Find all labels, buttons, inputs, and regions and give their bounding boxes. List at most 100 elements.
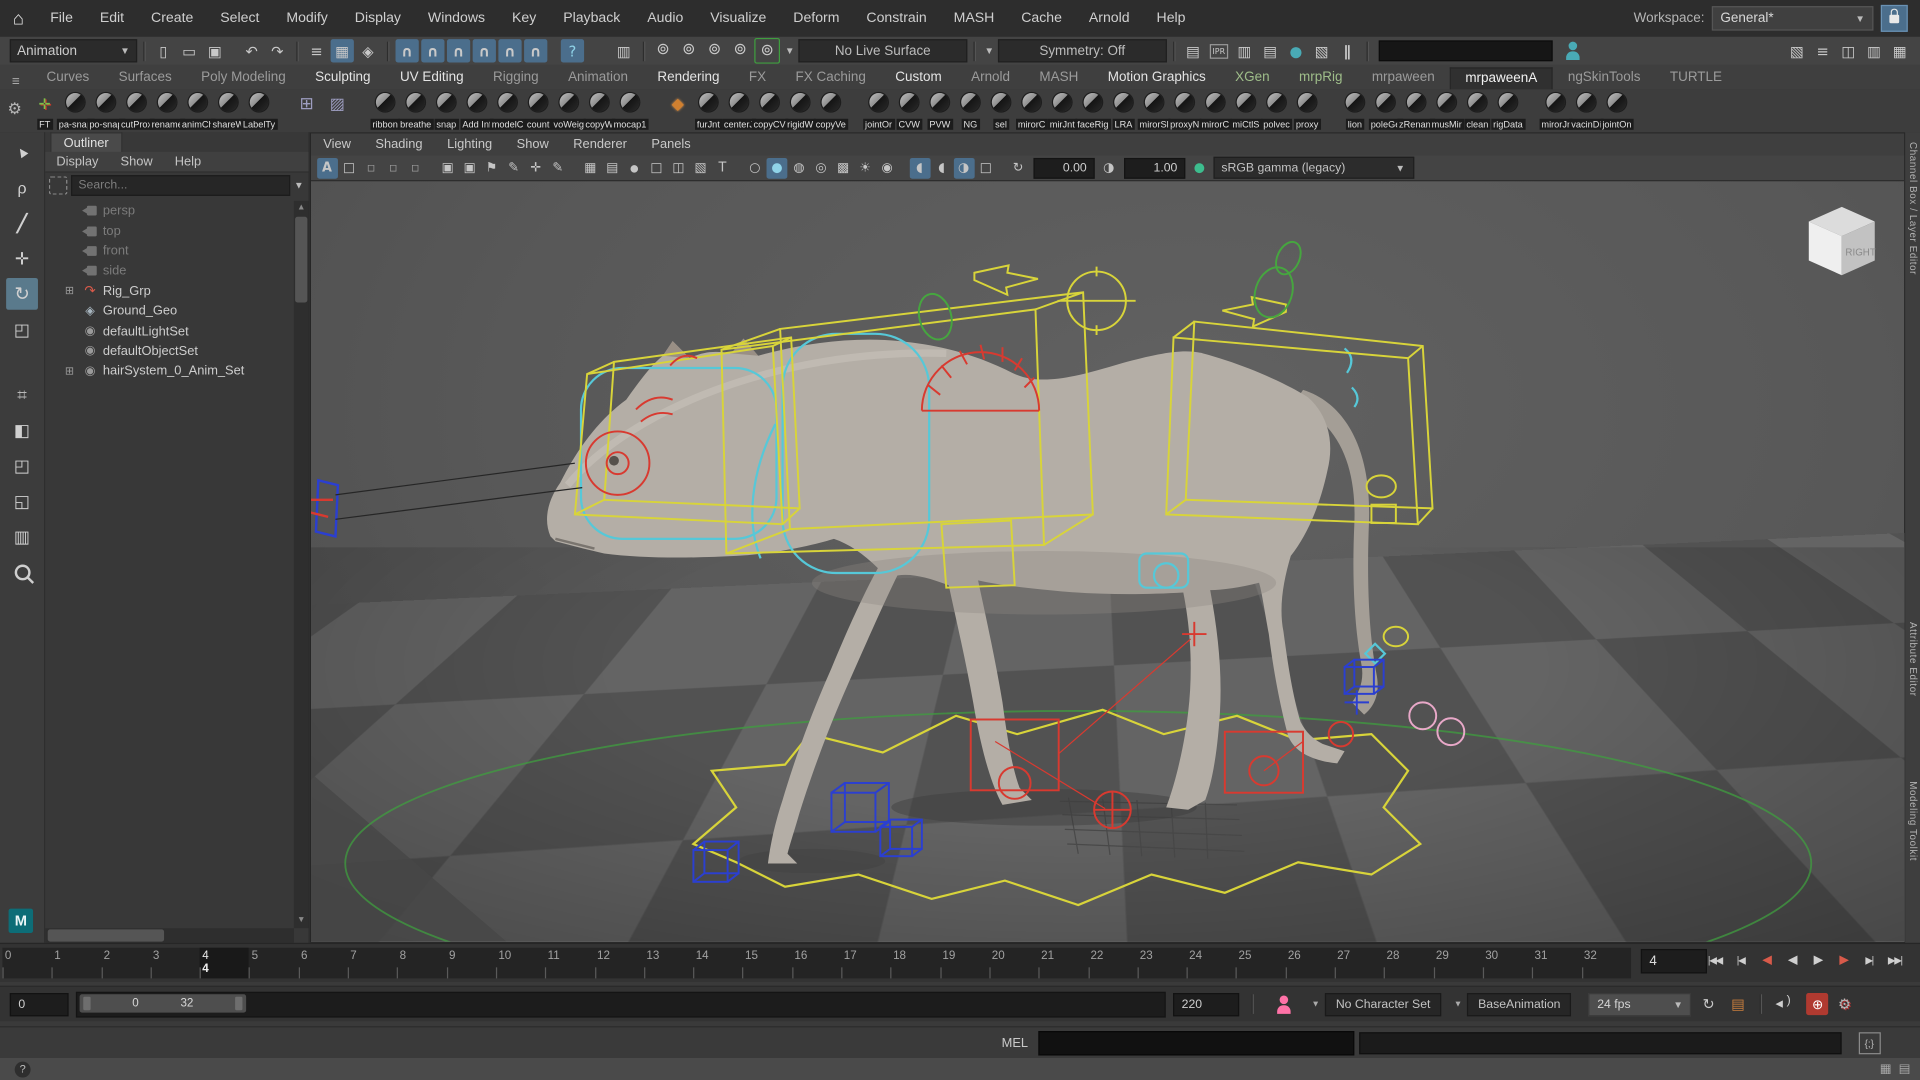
frame-tick[interactable]: 31 (1532, 948, 1581, 979)
select-hierarchy-icon[interactable] (305, 39, 328, 62)
motion-blur-icon[interactable] (877, 157, 898, 178)
outliner-title[interactable]: Outliner (50, 132, 122, 153)
rotate-tool[interactable] (6, 278, 38, 310)
render-settings-icon[interactable] (1259, 39, 1282, 62)
shelf-tab[interactable]: Rigging (478, 67, 553, 89)
frame-tick[interactable]: 12 (595, 948, 644, 979)
cache-fill-icon[interactable] (703, 38, 726, 61)
outliner-menu-item[interactable]: Help (164, 154, 213, 169)
shaded-mode-icon[interactable] (767, 157, 788, 178)
plugin-shading-icon[interactable] (975, 157, 996, 178)
root-circle-control[interactable] (345, 711, 1811, 942)
frame-tick[interactable]: 24 (1187, 948, 1236, 979)
shelf-button[interactable] (322, 92, 353, 131)
menu-item[interactable]: Visualize (697, 11, 780, 26)
construction-history-icon[interactable] (651, 38, 674, 61)
show-channel-box-icon[interactable] (1888, 39, 1911, 62)
shelf-tab[interactable]: TURTLE (1655, 67, 1737, 89)
tail-ring-control[interactable] (1384, 627, 1408, 647)
shelf-tab[interactable]: Arnold (956, 67, 1024, 89)
range-slider-thumb[interactable]: 0 32 (80, 994, 247, 1012)
single-pane-layout-button[interactable] (6, 414, 38, 446)
outliner-item[interactable]: ⊞ defaultLightSet (45, 321, 294, 341)
hip-curve-control[interactable] (1345, 348, 1358, 407)
shelf-tab[interactable]: mrpRig (1284, 67, 1357, 89)
frame-tick[interactable]: 19 (940, 948, 989, 979)
go-to-end-button[interactable] (1882, 947, 1908, 974)
help-icon[interactable]: ? (15, 1061, 31, 1077)
shelf-button[interactable]: jointOn (1602, 92, 1633, 131)
shelf-button[interactable]: mirJnt (1047, 92, 1078, 131)
shelf-button[interactable]: centerJ (724, 92, 755, 131)
step-forward-frame-button[interactable] (1856, 947, 1882, 974)
outliner-menu-item[interactable]: Display (45, 154, 109, 169)
shelf-tab[interactable]: XGen (1220, 67, 1284, 89)
paw-target-control[interactable] (1094, 792, 1131, 829)
pink-rig-controls[interactable] (1409, 702, 1464, 745)
shadows-icon[interactable] (833, 157, 854, 178)
step-back-frame-button[interactable] (1728, 947, 1754, 974)
live-surface-field[interactable]: No Live Surface (798, 39, 967, 62)
gate-mask-icon[interactable] (646, 157, 667, 178)
menu-item[interactable]: Arnold (1075, 11, 1143, 26)
outliner-item[interactable]: ⊞ side (45, 261, 294, 281)
zoom-tool-button[interactable] (6, 556, 38, 588)
step-back-key-button[interactable] (1753, 947, 1779, 974)
scroll-down-icon[interactable]: ▼ (294, 913, 309, 928)
frame-tick[interactable]: 17 (841, 948, 890, 979)
shelf-button[interactable]: jointOr (863, 92, 894, 131)
shelf-menu-icon[interactable]: ≡ (0, 75, 32, 90)
snap-curve-icon[interactable] (421, 39, 444, 62)
menu-item[interactable]: Select (207, 11, 273, 26)
frame-tick[interactable]: 21 (1039, 948, 1088, 979)
shelf-button[interactable]: mirorC (1016, 92, 1047, 131)
search-help-icon[interactable] (1565, 42, 1581, 60)
script-editor-icon[interactable]: {;} (1858, 1032, 1880, 1054)
shelf-button[interactable]: musMir (1431, 92, 1462, 131)
snap-projected-center-icon[interactable] (473, 39, 496, 62)
all-lights-icon[interactable] (811, 157, 832, 178)
shelf-button[interactable]: mirorC (1200, 92, 1231, 131)
shelf-tab[interactable]: Surfaces (104, 67, 187, 89)
frame-tick[interactable]: 25 (1236, 948, 1285, 979)
filter-icon[interactable] (49, 176, 67, 194)
frame-all-icon[interactable] (361, 157, 382, 178)
menu-item[interactable]: Constrain (853, 11, 940, 26)
outliner-vertical-scrollbar[interactable]: ▲ ▼ (294, 201, 309, 928)
shelf-button[interactable]: Add Inf (462, 92, 493, 131)
frame-tick[interactable]: 27 (1335, 948, 1384, 979)
image-plane-icon[interactable] (503, 157, 524, 178)
fps-dropdown[interactable]: 24 fps ▼ (1589, 992, 1692, 1015)
hind-far-paw-control[interactable] (1329, 722, 1353, 746)
range-start-handle[interactable] (83, 996, 90, 1009)
pause-viewport-icon[interactable] (1336, 39, 1359, 62)
viewport-menu-item[interactable]: Panels (639, 137, 703, 152)
shelf-button[interactable]: mocap1 (615, 92, 646, 131)
shelf-button[interactable]: miCtlS (1231, 92, 1262, 131)
step-forward-key-button[interactable] (1831, 947, 1857, 974)
xray-icon[interactable] (931, 157, 952, 178)
shelf-button[interactable]: polvec (1261, 92, 1292, 131)
three-pane-layout-button[interactable] (6, 485, 38, 517)
menu-item[interactable]: Edit (86, 11, 137, 26)
isolate-select-icon[interactable] (909, 157, 930, 178)
select-camera-icon[interactable] (437, 157, 458, 178)
camera-attributes-icon[interactable] (459, 157, 480, 178)
3d-scene[interactable]: RIGHT (311, 180, 1904, 942)
play-backwards-button[interactable] (1779, 947, 1805, 974)
camera-tools-icon[interactable] (547, 157, 568, 178)
viewcube-toggle-icon[interactable] (383, 157, 404, 178)
quick-selection-input[interactable] (1379, 40, 1553, 61)
shelf-button[interactable]: rename (152, 92, 183, 131)
frame-tick[interactable]: 15 (743, 948, 792, 979)
shelf-button[interactable]: modelC (492, 92, 523, 131)
frame-tick[interactable]: 5 (249, 948, 298, 979)
arrow-right-control[interactable] (974, 265, 1038, 294)
four-pane-layout-button[interactable] (6, 520, 38, 552)
evaluation-mode-icon[interactable] (754, 38, 780, 64)
menu-item[interactable]: Cache (1008, 11, 1076, 26)
move-tool[interactable] (6, 242, 38, 274)
safe-action-icon[interactable] (690, 157, 711, 178)
shelf-button[interactable]: count (523, 92, 554, 131)
frame-tick[interactable]: 3 (150, 948, 199, 979)
